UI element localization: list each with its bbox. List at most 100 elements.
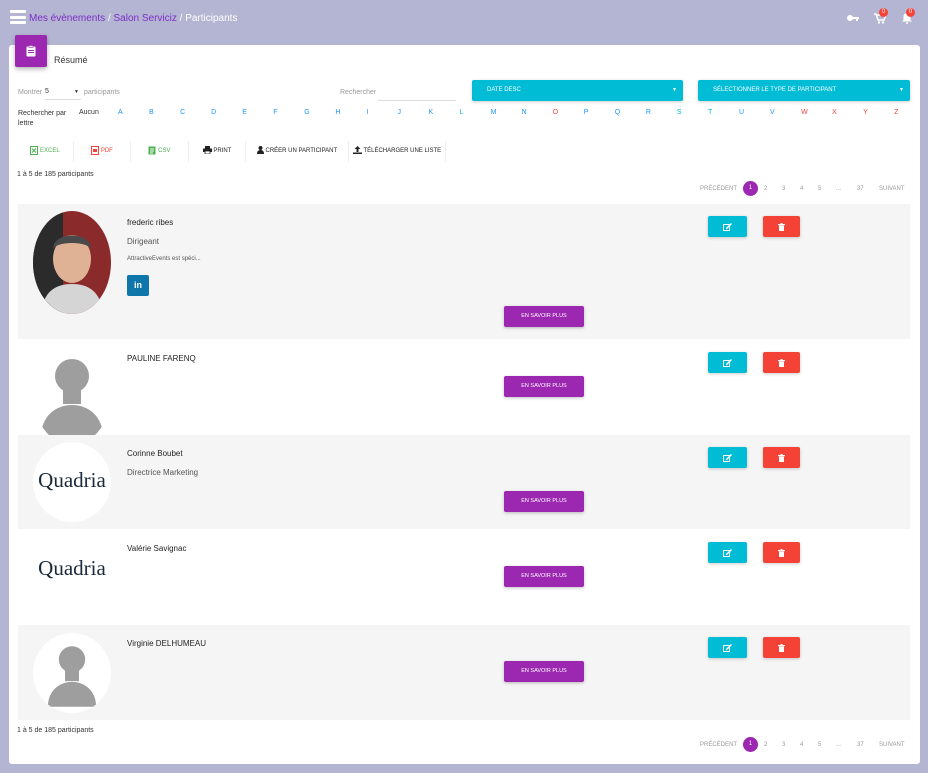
pagination-prev[interactable]: PRÉCÉDENT (700, 737, 737, 753)
letter-v[interactable]: V (770, 109, 775, 116)
page-size-select[interactable]: 5 ▼ (45, 88, 81, 100)
trash-icon (778, 548, 785, 557)
edit-button[interactable] (708, 216, 747, 237)
caret-down-icon: ▼ (74, 89, 79, 95)
letter-h[interactable]: H (335, 109, 340, 116)
pdf-label: PDF (100, 148, 113, 154)
letter-m[interactable]: M (491, 109, 497, 116)
upload-list-label: TÉLÉCHARGER UNE LISTE (363, 148, 442, 154)
letter-f[interactable]: F (273, 109, 277, 116)
pagination-next[interactable]: SUIVANT (879, 181, 905, 197)
pagination-prev[interactable]: PRÉCÉDENT (700, 181, 737, 197)
pagination-page[interactable]: 2 (764, 181, 767, 197)
bell-badge: 0 (906, 8, 915, 17)
edit-button[interactable] (708, 637, 747, 658)
learn-more-button[interactable]: EN SAVOIR PLUS (504, 376, 584, 397)
edit-icon (723, 222, 732, 231)
pagination-ellipsis: ... (836, 186, 842, 192)
letter-e[interactable]: E (242, 109, 247, 116)
breadcrumb-event-link[interactable]: Salon Serviciz (114, 13, 177, 24)
caret-down-icon: ▼ (899, 87, 904, 93)
participant-name: Valérie Savignac (127, 544, 187, 553)
letter-i[interactable]: I (366, 109, 368, 116)
participant-role: Dirigeant (127, 237, 160, 246)
caret-down-icon: ▼ (672, 87, 677, 93)
pagination-next[interactable]: SUIVANT (879, 737, 905, 753)
participant-row: Quadria Valérie Savignac EN SAVOIR PLUS (18, 530, 910, 624)
learn-more-button[interactable]: EN SAVOIR PLUS (504, 306, 584, 327)
pagination-page[interactable]: 4 (800, 181, 803, 197)
pagination-page[interactable]: 37 (857, 181, 864, 197)
letter-q[interactable]: Q (615, 109, 620, 116)
letter-a[interactable]: A (118, 109, 123, 116)
edit-button[interactable] (708, 352, 747, 373)
trash-icon (778, 643, 785, 652)
letter-u[interactable]: U (739, 109, 744, 116)
letter-k[interactable]: K (429, 109, 434, 116)
pdf-button[interactable]: PDF (74, 141, 131, 162)
pagination-page[interactable]: 1 (743, 737, 758, 752)
letter-z[interactable]: Z (894, 109, 898, 116)
pagination-page[interactable]: 4 (800, 737, 803, 753)
breadcrumb-events-link[interactable]: Mes évènements (29, 13, 105, 24)
pagination-page[interactable]: 37 (857, 737, 864, 753)
linkedin-icon[interactable]: in (127, 275, 149, 296)
delete-button[interactable] (763, 542, 800, 563)
key-icon[interactable] (847, 14, 859, 22)
letter-b[interactable]: B (149, 109, 154, 116)
letter-y[interactable]: Y (863, 109, 868, 116)
type-dropdown[interactable]: SÉLECTIONNER LE TYPE DE PARTICIPANT ▼ (698, 80, 910, 101)
letter-none[interactable]: Aucun (79, 109, 99, 116)
letter-w[interactable]: W (801, 109, 808, 116)
upload-list-button[interactable]: TÉLÉCHARGER UNE LISTE (349, 141, 446, 162)
letter-g[interactable]: G (304, 109, 309, 116)
learn-more-button[interactable]: EN SAVOIR PLUS (504, 566, 584, 587)
letter-p[interactable]: P (584, 109, 589, 116)
print-button[interactable]: PRINT (189, 141, 246, 162)
type-dropdown-label: SÉLECTIONNER LE TYPE DE PARTICIPANT (713, 87, 837, 93)
pagination-ellipsis: ... (836, 742, 842, 748)
letter-r[interactable]: R (646, 109, 651, 116)
participant-name: Virginie DELHUMEAU (127, 639, 206, 648)
delete-button[interactable] (763, 352, 800, 373)
pagination-page[interactable]: 2 (764, 737, 767, 753)
print-label: PRINT (213, 148, 232, 154)
letter-n[interactable]: N (522, 109, 527, 116)
letter-j[interactable]: J (397, 109, 401, 116)
pagination-page[interactable]: 3 (782, 737, 785, 753)
excel-button[interactable]: EXCEL (17, 141, 74, 162)
participant-row: frederic ribes Dirigeant AttractiveEvents … (18, 204, 910, 339)
pagination-page[interactable]: 5 (818, 181, 821, 197)
csv-button[interactable]: CSV (131, 141, 189, 162)
menu-icon[interactable] (10, 10, 26, 24)
delete-button[interactable] (763, 216, 800, 237)
trash-icon (778, 358, 785, 367)
create-participant-button[interactable]: CRÉER UN PARTICIPANT (246, 141, 349, 162)
learn-more-button[interactable]: EN SAVOIR PLUS (504, 491, 584, 512)
delete-button[interactable] (763, 637, 800, 658)
letter-d[interactable]: D (211, 109, 216, 116)
letter-c[interactable]: C (180, 109, 185, 116)
letter-o[interactable]: O (553, 109, 558, 116)
letter-s[interactable]: S (677, 109, 682, 116)
top-bar: Mes évènements / Salon Serviciz / Partic… (0, 0, 928, 40)
participant-row: PAULINE FARENQ EN SAVOIR PLUS (18, 340, 910, 437)
letter-t[interactable]: T (708, 109, 712, 116)
letter-x[interactable]: X (832, 109, 837, 116)
edit-button[interactable] (708, 542, 747, 563)
participant-description: AttractiveEvents est spéci... (127, 256, 201, 262)
show-suffix: participants (84, 89, 120, 96)
learn-more-button[interactable]: EN SAVOIR PLUS (504, 661, 584, 682)
letter-l[interactable]: L (460, 109, 464, 116)
breadcrumb: Mes évènements / Salon Serviciz / Partic… (29, 13, 237, 24)
sort-dropdown[interactable]: DATE DESC ▼ (472, 80, 683, 101)
pdf-icon (91, 145, 100, 155)
pagination-page[interactable]: 3 (782, 181, 785, 197)
pagination-page[interactable]: 5 (818, 737, 821, 753)
pagination-page[interactable]: 1 (743, 181, 758, 196)
edit-button[interactable] (708, 447, 747, 468)
search-input[interactable] (378, 88, 456, 101)
delete-button[interactable] (763, 447, 800, 468)
avatar (33, 342, 111, 445)
results-summary-bottom: 1 à 5 de 185 participants (17, 727, 94, 734)
